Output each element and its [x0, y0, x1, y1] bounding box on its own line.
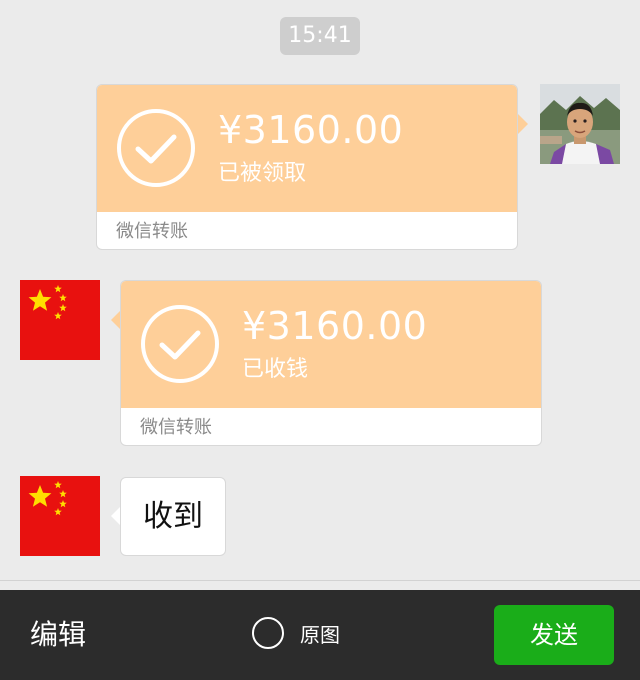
transfer-status: 已被领取 — [218, 161, 307, 186]
transfer-message-sent[interactable]: ¥3160.00 已被领取 微信转账 — [96, 84, 518, 250]
china-flag-avatar[interactable] — [20, 476, 100, 556]
china-flag-avatar[interactable] — [20, 280, 100, 360]
timestamp: 15:41 — [280, 17, 360, 55]
transfer-message-received[interactable]: ¥3160.00 已收钱 微信转账 — [120, 280, 542, 446]
divider — [0, 580, 640, 581]
transfer-header: ¥3160.00 已收钱 — [121, 281, 541, 408]
bubble-tail — [518, 114, 528, 134]
transfer-source-label: 微信转账 — [116, 221, 188, 242]
original-image-label[interactable]: 原图 — [300, 590, 340, 680]
check-circle-icon — [141, 305, 219, 383]
transfer-amount: ¥3160.00 — [218, 108, 404, 152]
bottom-toolbar: 编辑 原图 发送 — [0, 590, 640, 680]
send-button[interactable]: 发送 — [494, 605, 614, 665]
transfer-status: 已收钱 — [242, 357, 309, 382]
text-message[interactable]: 收到 — [120, 477, 226, 556]
user-photo-avatar[interactable] — [540, 84, 620, 164]
transfer-amount: ¥3160.00 — [242, 304, 428, 348]
original-image-radio-icon[interactable] — [252, 617, 284, 649]
check-circle-icon — [117, 109, 195, 187]
transfer-source-label: 微信转账 — [140, 417, 212, 438]
transfer-header: ¥3160.00 已被领取 — [97, 85, 517, 212]
chat-area[interactable]: 15:41 ¥3160.00 已被领取 微信转账 ¥3160.00 已收钱 微信… — [0, 0, 640, 581]
edit-button[interactable]: 编辑 — [30, 590, 86, 680]
